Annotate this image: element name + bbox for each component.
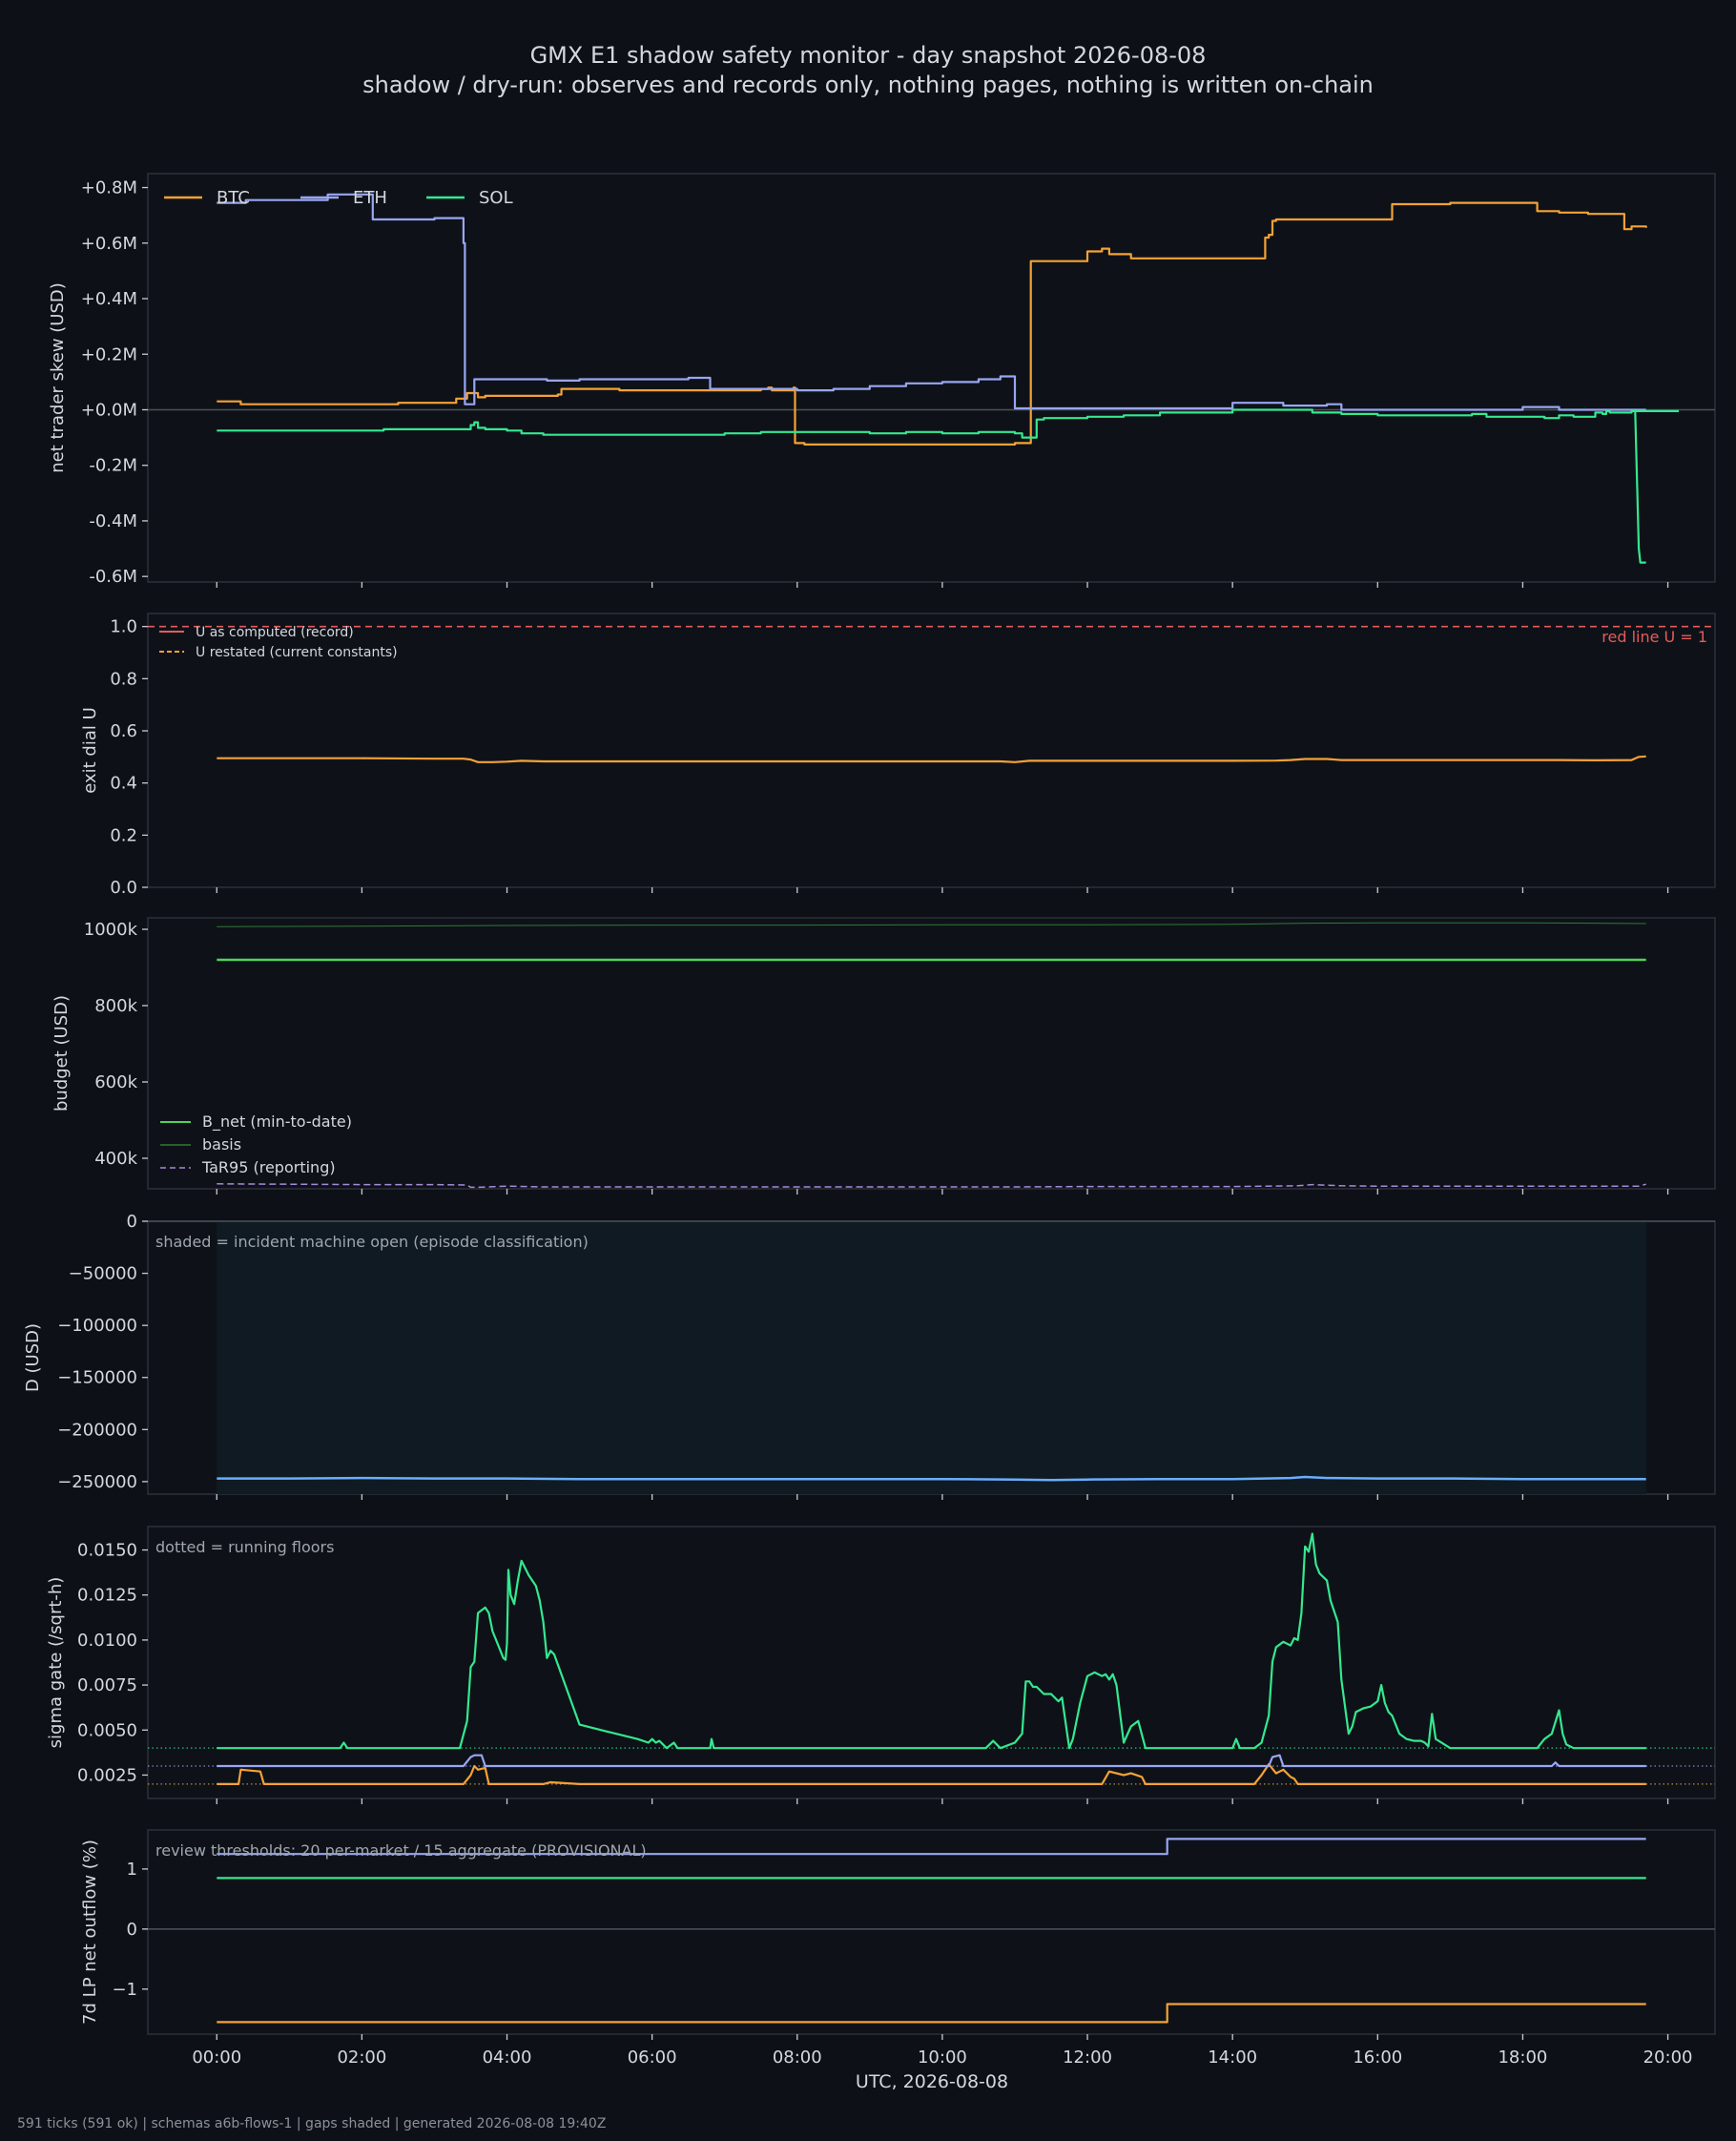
panel-budget: 400k 600k 800k 1000k budget (USD) B_net (min-… [52,917,1716,1195]
x-tick-label: 02:00 [337,2047,386,2068]
figure-subtitle: shadow / dry-run: observes and records o… [362,72,1374,98]
legend-label: B_net (min-to-date) [202,1112,352,1132]
y-tick-label: -0.6M [89,567,137,587]
x-tick-label: 04:00 [483,2047,532,2068]
x-tick-label: 08:00 [773,2047,822,2068]
y-tick-label: 0.0050 [77,1720,137,1740]
plot-area [147,173,1716,583]
y-tick-label: +0.4M [81,289,137,309]
x-tick-label: 12:00 [1063,2047,1112,2068]
plot-area [147,1526,1716,1799]
footer-status: 591 ticks (591 ok) | schemas a6b-flows-1… [17,2116,606,2131]
legend-label: SOL [479,188,513,208]
y-tick-label: +0.0M [81,400,137,420]
panel-lp: −1 0 1 00:00 02:00 04:00 06:00 08:00 10:00 12:00 1… [80,1829,1716,2068]
y-axis-label: net trader skew (USD) [48,282,68,473]
y-tick-label: −1 [112,1980,137,2000]
y-tick-label: 0.0075 [77,1675,137,1695]
y-tick-label: −100000 [57,1316,137,1336]
y-axis-label: sigma gate (/sqrt-h) [46,1577,66,1749]
y-tick-label: 0.0025 [77,1765,137,1785]
y-tick-label: 1 [127,1860,137,1880]
safety-monitor-figure: GMX E1 shadow safety monitor - day snaps… [0,0,1736,2137]
legend-label: U as computed (record) [196,625,354,640]
y-tick-label: 0 [127,1920,137,1940]
panel-sigma: 0.0025 0.0050 0.0075 0.0100 0.0125 0.0150 sigm… [46,1526,1716,1804]
legend-label: basis [202,1135,241,1154]
y-tick-label: -0.4M [89,511,137,531]
x-tick-label: 16:00 [1353,2047,1402,2068]
y-tick-label: −200000 [57,1420,137,1440]
incident-shade [217,1221,1646,1494]
y-tick-label: 1.0 [110,617,137,637]
y-tick-label: 800k [94,996,137,1016]
panel-annotation: review thresholds: 20 per-market / 15 ag… [155,1841,647,1860]
x-axis-label: UTC, 2026-08-08 [856,2071,1008,2092]
y-tick-label: 0.8 [110,669,137,689]
panel-annotation: shaded = incident machine open (episode … [155,1233,589,1251]
y-tick-label: +0.8M [81,178,137,198]
plot-area [147,917,1716,1190]
y-tick-label: 600k [94,1072,137,1092]
y-tick-label: 0.0150 [77,1541,137,1561]
x-tick-label: 20:00 [1643,2047,1693,2068]
y-tick-label: −150000 [57,1368,137,1388]
y-tick-label: 0.0 [110,878,137,898]
y-tick-label: 0.2 [110,825,137,845]
y-tick-label: −250000 [57,1472,137,1492]
redline-annotation: red line U = 1 [1602,628,1707,646]
panel-exit: 0.0 0.2 0.4 0.6 0.8 1.0 exit dial U red line U … [80,613,1716,898]
x-tick-label: 14:00 [1208,2047,1257,2068]
y-tick-label: 0.4 [110,774,137,794]
y-axis-label: exit dial U [80,707,100,794]
y-tick-label: +0.6M [81,234,137,254]
y-tick-label: 0.0100 [77,1631,137,1651]
legend-label: ETH [353,188,387,208]
y-tick-label: 0.0125 [77,1586,137,1606]
y-tick-label: 0.6 [110,721,137,741]
y-tick-label: -0.2M [89,456,137,476]
figure-title: GMX E1 shadow safety monitor - day snaps… [530,42,1207,69]
y-tick-label: −50000 [69,1264,137,1284]
panel-skew: -0.6M -0.4M -0.2M +0.0M +0.2M +0.4M +0.6M +0.8M… [48,173,1716,588]
panels: -0.6M -0.4M -0.2M +0.0M +0.2M +0.4M +0.6M +0.8M… [23,173,1716,2068]
y-tick-label: 1000k [84,920,138,940]
y-tick-label: +0.2M [81,344,137,364]
y-axis-label: budget (USD) [52,995,72,1112]
y-axis-label: 7d LP net outflow (%) [80,1840,100,2025]
y-tick-label: 400k [94,1149,137,1169]
legend-label: U restated (current constants) [196,645,398,660]
y-axis-label: D (USD) [23,1323,43,1392]
y-tick-label: 0 [127,1212,137,1232]
x-tick-label: 18:00 [1498,2047,1547,2068]
panel-D: −250000 −200000 −150000 −100000 −50000 0 D (US… [23,1212,1716,1500]
x-tick-label: 10:00 [918,2047,967,2068]
panel-annotation: dotted = running floors [155,1538,334,1556]
x-tick-label: 06:00 [628,2047,677,2068]
legend-label: BTC [217,188,250,208]
x-tick-label: 00:00 [192,2047,241,2068]
legend-label: TaR95 (reporting) [201,1158,336,1176]
